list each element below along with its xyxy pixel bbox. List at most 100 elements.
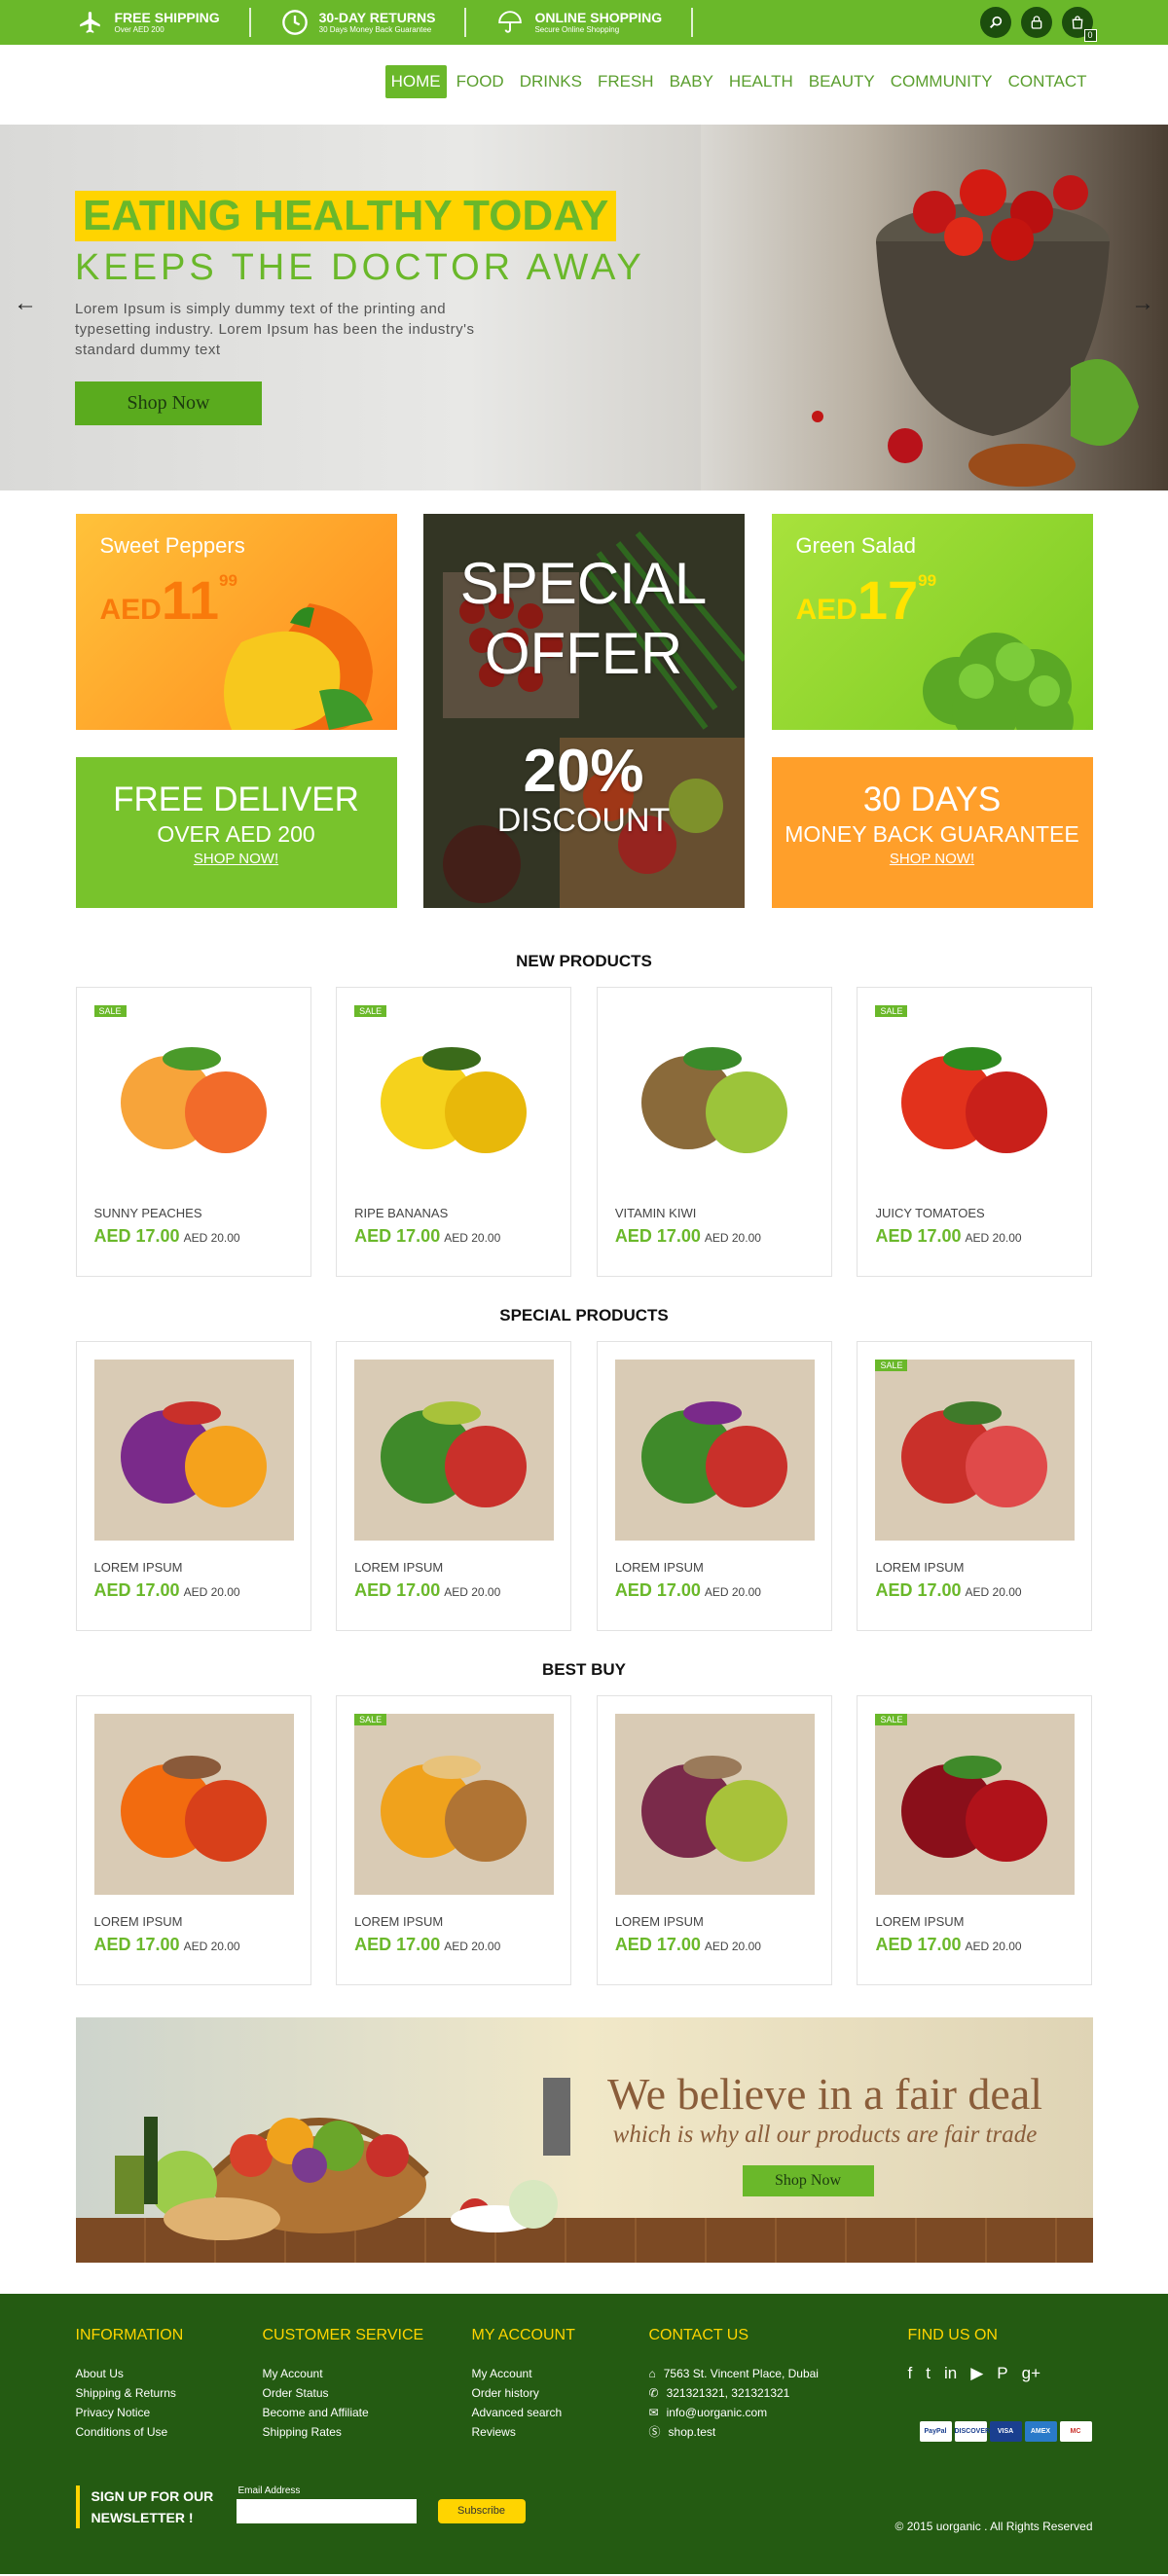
product-name[interactable]: RIPE BANANAS <box>354 1206 553 1220</box>
product-card[interactable]: SALE RIPE BANANAS AED 17.00 AED 20.00 <box>336 987 572 1277</box>
product-image[interactable] <box>93 1714 294 1895</box>
promo-green-salad[interactable]: Green Salad AED1799 <box>771 514 1093 730</box>
product-card[interactable]: LOREM IPSUM AED 17.00 AED 20.00 <box>596 1695 832 1985</box>
promo-special-offer[interactable]: SPECIAL OFFER 20% DISCOUNT <box>422 514 745 908</box>
footer-link[interactable]: About Us <box>76 2364 184 2383</box>
account-button[interactable] <box>1020 7 1052 38</box>
product-name[interactable]: LOREM IPSUM <box>94 1914 293 1929</box>
youtube-icon[interactable]: ▶ <box>970 2364 983 2383</box>
umbrella-icon <box>495 8 525 37</box>
nav-baby[interactable]: BABY <box>664 65 719 98</box>
product-image[interactable]: SALE <box>875 1714 1076 1895</box>
prev-arrow-icon[interactable]: ← <box>14 290 37 317</box>
banner-subtitle: which is why all our products are fair t… <box>612 2122 1038 2148</box>
footer-link[interactable]: Order history <box>472 2383 575 2403</box>
google-plus-icon[interactable]: g+ <box>1022 2364 1040 2383</box>
nav-community[interactable]: COMMUNITY <box>885 65 999 98</box>
product-name[interactable]: LOREM IPSUM <box>875 1560 1074 1575</box>
contact-web[interactable]: shop.test <box>669 2422 716 2442</box>
price-current: AED 17.00 <box>354 1935 441 1954</box>
discover-icon: DISCOVER <box>954 2421 990 2442</box>
product-price: AED 17.00 AED 20.00 <box>875 1935 1074 1955</box>
footer-my-account: MY ACCOUNT My Account Order history Adva… <box>472 2327 575 2442</box>
footer-link[interactable]: Reviews <box>472 2422 575 2442</box>
deliver-shop-link[interactable]: SHOP NOW! <box>76 851 397 867</box>
price-current: AED 17.00 <box>614 1935 701 1954</box>
nav-contact[interactable]: CONTACT <box>1003 65 1093 98</box>
linkedin-icon[interactable]: in <box>944 2364 957 2383</box>
footer-link[interactable]: Shipping & Returns <box>76 2383 184 2403</box>
nav-health[interactable]: HEALTH <box>723 65 799 98</box>
footer: INFORMATION About Us Shipping & Returns … <box>0 2294 1168 2574</box>
product-name[interactable]: LOREM IPSUM <box>875 1914 1074 1929</box>
product-image[interactable] <box>354 1360 555 1541</box>
product-image[interactable] <box>93 1360 294 1541</box>
product-card[interactable]: SALE JUICY TOMATOES AED 17.00 AED 20.00 <box>857 987 1093 1277</box>
product-image[interactable]: SALE <box>354 1714 555 1895</box>
product-card[interactable]: SALE LOREM IPSUM AED 17.00 AED 20.00 <box>336 1695 572 1985</box>
hero-shop-now-button[interactable]: Shop Now <box>75 381 262 425</box>
nav-home[interactable]: HOME <box>384 65 447 98</box>
product-image[interactable] <box>614 1005 815 1186</box>
product-price: AED 17.00 AED 20.00 <box>615 1226 814 1247</box>
price-old: AED 20.00 <box>965 1940 1022 1953</box>
product-image[interactable] <box>614 1360 815 1541</box>
email-input[interactable] <box>236 2499 417 2523</box>
footer-link[interactable]: Become and Affiliate <box>263 2403 424 2422</box>
product-image[interactable]: SALE <box>93 1005 294 1186</box>
facebook-icon[interactable]: f <box>908 2364 913 2383</box>
next-arrow-icon[interactable]: → <box>1131 290 1154 317</box>
twitter-icon[interactable]: t <box>926 2364 931 2383</box>
product-name[interactable]: VITAMIN KIWI <box>615 1206 814 1220</box>
free-shipping: FREE SHIPPING Over AED 200 <box>76 8 251 37</box>
product-card[interactable]: VITAMIN KIWI AED 17.00 AED 20.00 <box>596 987 832 1277</box>
footer-link[interactable]: Conditions of Use <box>76 2422 184 2442</box>
product-card[interactable]: LOREM IPSUM AED 17.00 AED 20.00 <box>75 1695 311 1985</box>
nav-beauty[interactable]: BEAUTY <box>803 65 881 98</box>
footer-link[interactable]: My Account <box>472 2364 575 2383</box>
nav-food[interactable]: FOOD <box>451 65 510 98</box>
product-image[interactable]: SALE <box>354 1005 555 1186</box>
footer-link[interactable]: Advanced search <box>472 2403 575 2422</box>
product-image[interactable]: SALE <box>875 1005 1076 1186</box>
contact-email[interactable]: info@uorganic.com <box>667 2403 768 2422</box>
section-title: SPECIAL PRODUCTS <box>499 1306 669 1324</box>
product-card[interactable]: SALE LOREM IPSUM AED 17.00 AED 20.00 <box>857 1341 1093 1631</box>
product-name[interactable]: JUICY TOMATOES <box>875 1206 1074 1220</box>
section-title: NEW PRODUCTS <box>516 952 652 970</box>
cart-button[interactable]: 0 <box>1061 7 1097 42</box>
promo-peppers-name: Sweet Peppers <box>99 533 245 558</box>
days-shop-link[interactable]: SHOP NOW! <box>772 851 1093 867</box>
product-row: SALE SUNNY PEACHES AED 17.00 AED 20.00 SALE R… <box>75 987 1093 1277</box>
product-name[interactable]: LOREM IPSUM <box>94 1560 293 1575</box>
footer-link[interactable]: My Account <box>263 2364 424 2383</box>
promo-money-back[interactable]: 30 DAYS MONEY BACK GUARANTEE SHOP NOW! <box>771 757 1093 908</box>
subscribe-button[interactable]: Subscribe <box>437 2499 526 2523</box>
search-icon <box>989 16 1002 29</box>
product-card[interactable]: LOREM IPSUM AED 17.00 AED 20.00 <box>336 1341 572 1631</box>
footer-link[interactable]: Privacy Notice <box>76 2403 184 2422</box>
nav-drinks[interactable]: DRINKS <box>514 65 588 98</box>
footer-contact-title: CONTACT US <box>648 2327 749 2343</box>
footer-link[interactable]: Order Status <box>263 2383 424 2403</box>
product-card[interactable]: LOREM IPSUM AED 17.00 AED 20.00 <box>75 1341 311 1631</box>
promo-free-deliver[interactable]: FREE DELIVER OVER AED 200 SHOP NOW! <box>75 757 397 908</box>
product-name[interactable]: LOREM IPSUM <box>615 1914 814 1929</box>
banner-shop-now-button[interactable]: Shop Now <box>742 2165 874 2196</box>
payment-methods: PayPal DISCOVER VISA AMEX MC <box>919 2421 1092 2442</box>
pinterest-icon[interactable]: P <box>997 2364 1007 2383</box>
product-image[interactable]: SALE <box>875 1360 1076 1541</box>
product-card[interactable]: SALE SUNNY PEACHES AED 17.00 AED 20.00 <box>75 987 311 1277</box>
product-card[interactable]: SALE LOREM IPSUM AED 17.00 AED 20.00 <box>857 1695 1093 1985</box>
product-name[interactable]: SUNNY PEACHES <box>94 1206 293 1220</box>
product-image[interactable] <box>614 1714 815 1895</box>
plane-icon <box>76 8 105 37</box>
promo-sweet-peppers[interactable]: Sweet Peppers AED1199 <box>75 514 397 730</box>
product-name[interactable]: LOREM IPSUM <box>354 1914 553 1929</box>
product-name[interactable]: LOREM IPSUM <box>354 1560 553 1575</box>
footer-link[interactable]: Shipping Rates <box>263 2422 424 2442</box>
nav-fresh[interactable]: FRESH <box>592 65 660 98</box>
search-button[interactable] <box>979 7 1011 38</box>
product-card[interactable]: LOREM IPSUM AED 17.00 AED 20.00 <box>596 1341 832 1631</box>
product-name[interactable]: LOREM IPSUM <box>615 1560 814 1575</box>
